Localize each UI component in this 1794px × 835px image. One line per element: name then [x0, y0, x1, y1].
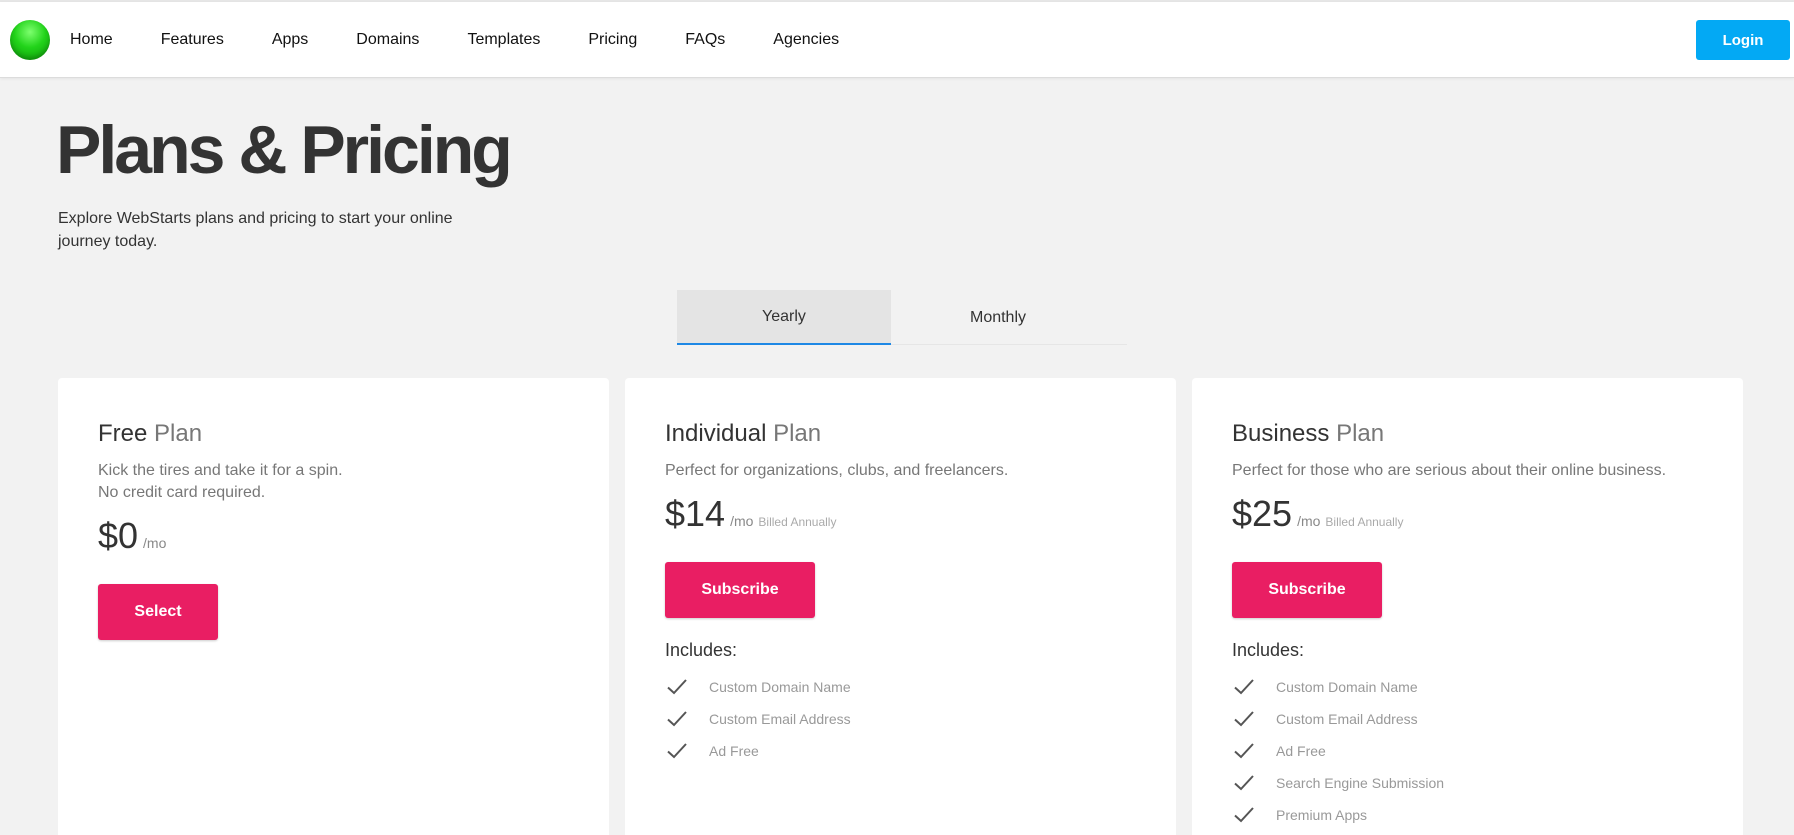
list-item: Premium Apps — [1232, 799, 1713, 831]
feature-list: Custom Domain Name Custom Email Address … — [1232, 671, 1713, 831]
plan-word: Plan — [773, 420, 822, 447]
nav-faqs[interactable]: FAQs — [685, 31, 725, 49]
includes-heading: Includes: — [1232, 640, 1305, 660]
nav-features[interactable]: Features — [161, 31, 224, 49]
feature-label: Ad Free — [1276, 743, 1326, 759]
list-item: Custom Domain Name — [665, 671, 1146, 703]
plan-price: $25 — [1232, 493, 1293, 534]
nav-templates[interactable]: Templates — [467, 31, 540, 49]
subscribe-button[interactable]: Subscribe — [665, 562, 815, 618]
page-title: Plans & Pricing — [56, 112, 513, 188]
subscribe-button[interactable]: Subscribe — [1232, 562, 1382, 618]
plan-card-free: Free Plan Kick the tires and take it for… — [58, 378, 609, 835]
plan-name: Business — [1232, 420, 1330, 447]
plan-title: Free Plan — [98, 420, 579, 448]
tab-yearly[interactable]: Yearly — [677, 290, 891, 345]
includes-heading: Includes: — [665, 640, 738, 660]
plan-description-line: Kick the tires and take it for a spin. — [98, 462, 343, 479]
check-icon — [1234, 743, 1254, 759]
price-period: /mo — [1297, 513, 1321, 529]
billing-tabs: Yearly Monthly — [677, 290, 1127, 345]
feature-list: Custom Domain Name Custom Email Address … — [665, 671, 1146, 767]
feature-label: Custom Email Address — [709, 711, 851, 727]
check-icon — [667, 711, 687, 727]
price-row: $0 /mo — [98, 514, 579, 558]
nav-home[interactable]: Home — [70, 31, 113, 49]
plan-name: Free — [98, 420, 148, 447]
select-button[interactable]: Select — [98, 584, 218, 640]
list-item: Ad Free — [1232, 735, 1713, 767]
list-item: Search Engine Submission — [1232, 767, 1713, 799]
plan-word: Plan — [1336, 420, 1385, 447]
plan-name: Individual — [665, 420, 767, 447]
logo-icon[interactable] — [10, 20, 50, 60]
main-nav: Home Features Apps Domains Templates Pri… — [70, 2, 887, 78]
plan-word: Plan — [154, 420, 203, 447]
nav-domains[interactable]: Domains — [356, 31, 419, 49]
feature-label: Custom Domain Name — [709, 679, 851, 695]
plan-description: Perfect for organizations, clubs, and fr… — [665, 462, 1009, 479]
page-subtitle: Explore WebStarts plans and pricing to s… — [58, 210, 453, 250]
feature-label: Search Engine Submission — [1276, 775, 1445, 791]
plan-card-business: Business Plan Perfect for those who are … — [1192, 378, 1743, 835]
nav-apps[interactable]: Apps — [272, 31, 308, 49]
billing-note: Billed Annually — [758, 515, 837, 529]
billing-note: Billed Annually — [1325, 515, 1404, 529]
check-icon — [1234, 775, 1254, 791]
check-icon — [1234, 807, 1254, 823]
check-icon — [1234, 679, 1254, 695]
login-button[interactable]: Login — [1696, 20, 1790, 60]
list-item: Ad Free — [665, 735, 1146, 767]
price-period: /mo — [143, 535, 167, 551]
plan-description-line: No credit card required. — [98, 484, 266, 501]
nav-pricing[interactable]: Pricing — [588, 31, 637, 49]
check-icon — [667, 743, 687, 759]
feature-label: Premium Apps — [1276, 807, 1368, 823]
plan-price: $0 — [98, 515, 139, 556]
plan-title: Business Plan — [1232, 420, 1713, 448]
plan-card-individual: Individual Plan Perfect for organization… — [625, 378, 1176, 835]
price-row: $25 /mo Billed Annually — [1232, 492, 1713, 536]
price-row: $14 /mo Billed Annually — [665, 492, 1146, 536]
plan-price: $14 — [665, 493, 726, 534]
navbar: Home Features Apps Domains Templates Pri… — [0, 2, 1794, 78]
plan-description: Kick the tires and take it for a spin. N… — [98, 460, 579, 504]
feature-label: Custom Email Address — [1276, 711, 1418, 727]
list-item: Custom Domain Name — [1232, 671, 1713, 703]
nav-agencies[interactable]: Agencies — [773, 31, 839, 49]
plan-description: Perfect for those who are serious about … — [1232, 462, 1667, 479]
check-icon — [667, 679, 687, 695]
check-icon — [1234, 711, 1254, 727]
feature-label: Custom Domain Name — [1276, 679, 1418, 695]
price-period: /mo — [730, 513, 754, 529]
list-item: Custom Email Address — [665, 703, 1146, 735]
list-item: Custom Email Address — [1232, 703, 1713, 735]
feature-label: Ad Free — [709, 743, 759, 759]
tab-monthly[interactable]: Monthly — [891, 290, 1105, 345]
plan-title: Individual Plan — [665, 420, 1146, 448]
